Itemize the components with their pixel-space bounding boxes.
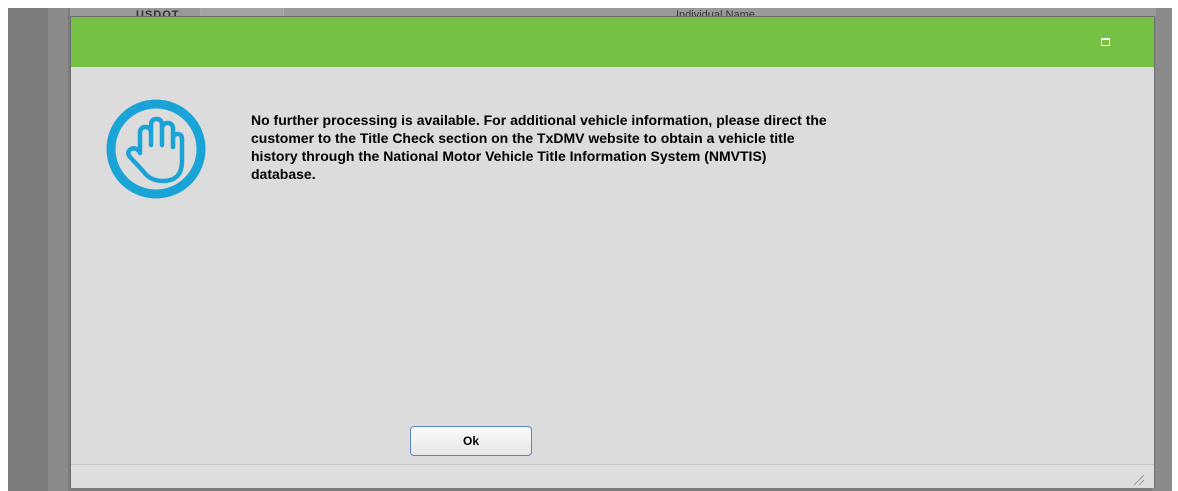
message-dialog: No further processing is available. For … (71, 17, 1154, 488)
background-label-left: USDOT (136, 9, 180, 16)
maximize-icon[interactable] (1101, 38, 1110, 46)
stop-hand-icon (106, 99, 206, 199)
background-label-right: Individual Name (676, 9, 755, 16)
ok-button[interactable]: Ok (410, 426, 532, 456)
background-panel-left (48, 8, 68, 491)
background-field (200, 8, 284, 16)
resize-grip-icon[interactable] (1131, 472, 1145, 486)
dialog-header (71, 17, 1154, 67)
dialog-message: No further processing is available. For … (251, 112, 827, 182)
background-panel-right (1152, 8, 1172, 491)
dialog-status-bar (71, 464, 1154, 488)
